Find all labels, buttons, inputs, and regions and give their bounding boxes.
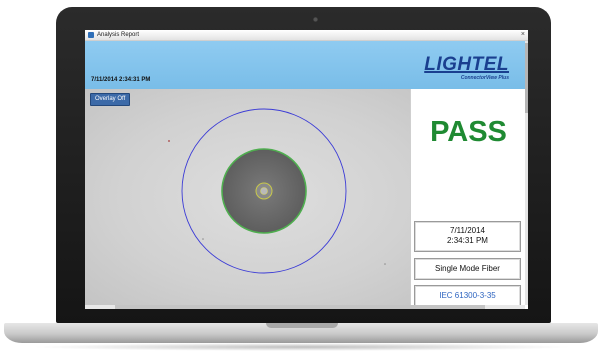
debris-spot [384,263,386,265]
overlay-toggle-button[interactable]: Overlay Off [90,93,131,106]
result-panel: PASS 7/11/2014 2:34:31 PM Single Mode Fi… [410,89,526,307]
horizontal-scroll-thumb[interactable] [115,305,485,309]
webcam-icon [313,17,318,22]
report-timestamp: 7/11/2014 2:34:31 PM [91,77,151,83]
laptop-shadow [30,343,574,351]
pass-status: PASS [430,116,507,148]
debris-spot [202,238,204,240]
app-icon [88,32,94,38]
fiber-endface-image: Overlay Off [85,89,410,305]
fiber-mode-box: Single Mode Fiber [414,258,521,280]
report-header: 7/11/2014 2:34:31 PM LIGHTEL ConnectorVi… [85,41,525,89]
test-datetime-box: 7/11/2014 2:34:31 PM [414,221,521,252]
vertical-scroll-thumb[interactable] [525,43,528,113]
debris-spot [168,140,170,142]
test-time: 2:34:31 PM [447,236,488,245]
fiber-core [260,187,268,195]
fiber-overlay [168,108,386,274]
close-icon[interactable]: × [521,30,525,40]
laptop-opening-notch [266,323,338,328]
window-title: Analysis Report [97,32,140,38]
title-bar[interactable]: Analysis Report × [85,30,528,41]
brand-logo: LIGHTEL ConnectorView Plus [424,54,509,82]
brand-product-name: ConnectorView Plus [460,75,509,81]
analysis-report-window: Analysis Report × 7/11/2014 2:34:31 PM L… [85,30,528,309]
test-date: 7/11/2014 [450,226,485,235]
standard-box: IEC 61300-3-35 [414,285,521,307]
brand-name: LIGHTEL [424,54,509,75]
